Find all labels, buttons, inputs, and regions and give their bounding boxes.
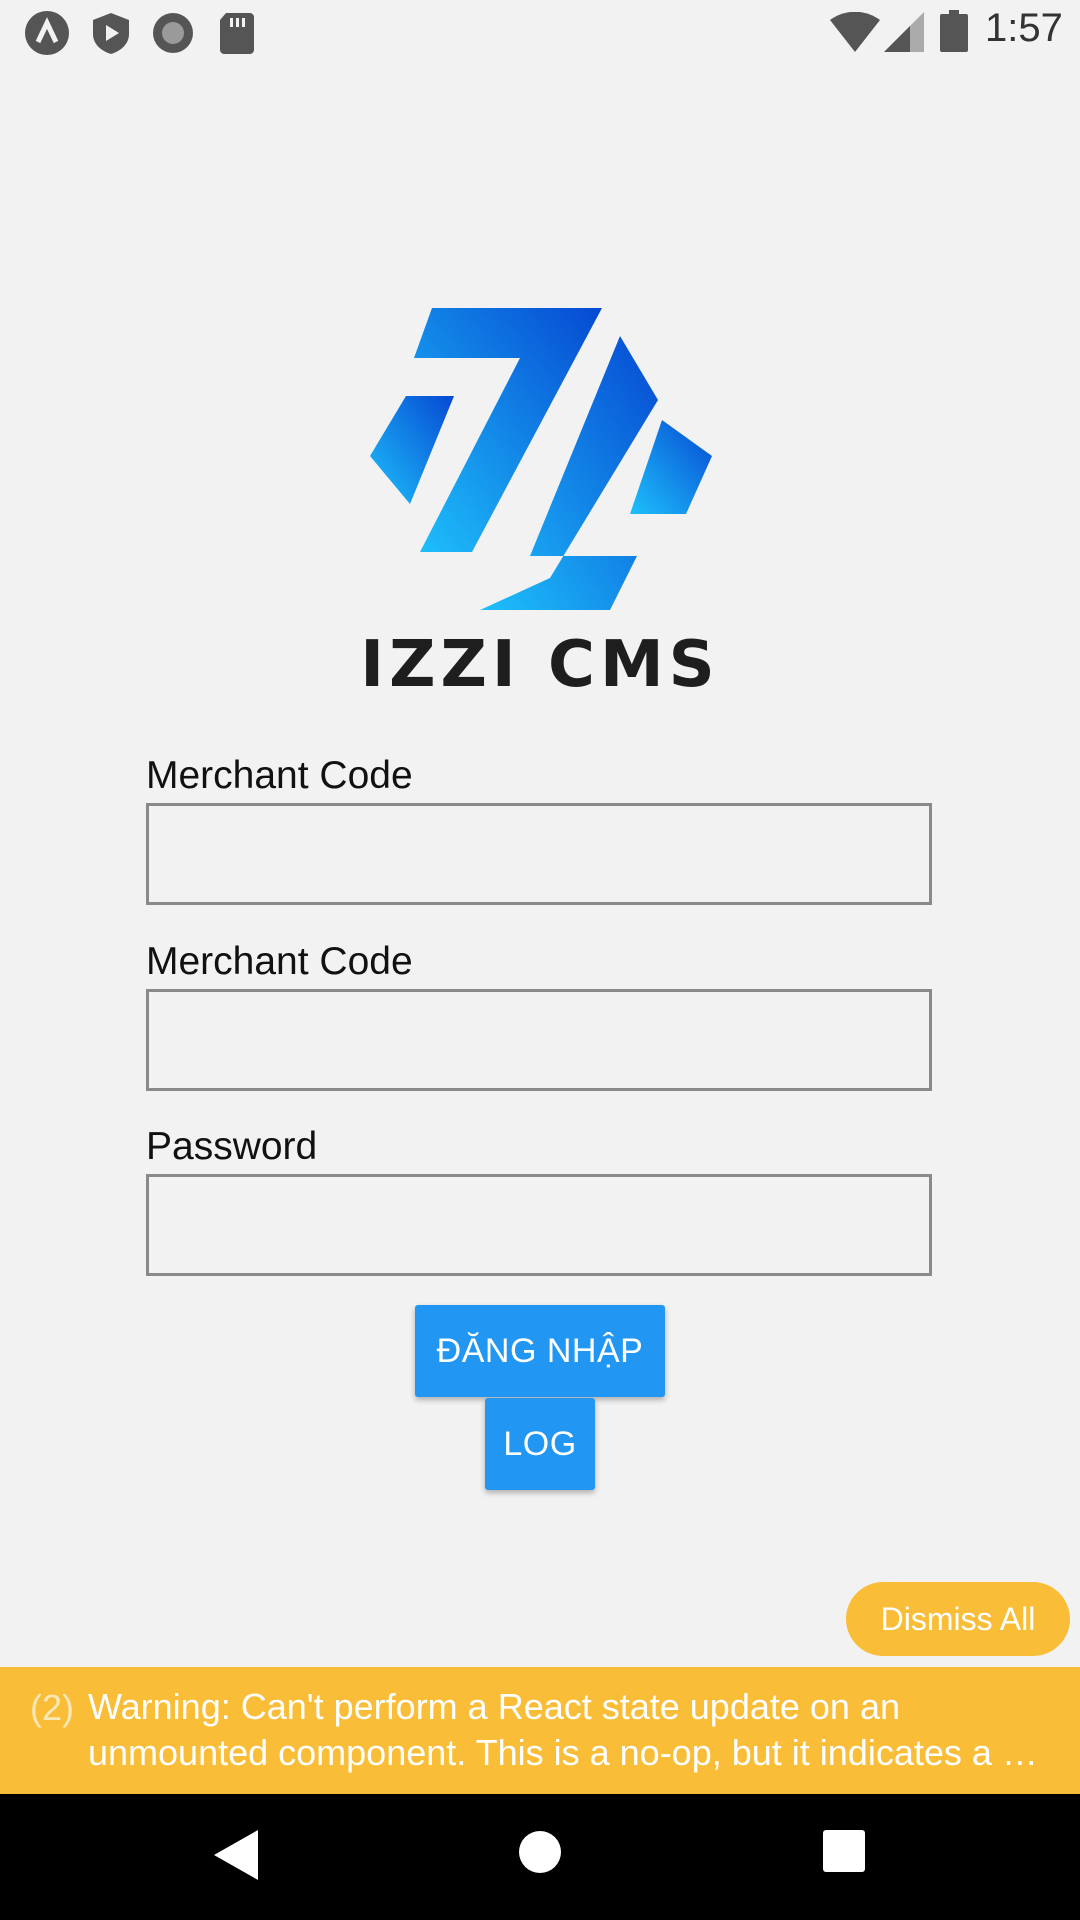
shield-play-icon (93, 13, 129, 54)
izzi-logo (370, 308, 712, 610)
log-button[interactable]: LOG (485, 1398, 595, 1490)
wifi-icon (830, 12, 880, 52)
login-button[interactable]: ĐĂNG NHẬP (415, 1305, 665, 1397)
password-label: Password (146, 1125, 318, 1168)
password-input[interactable] (146, 1174, 932, 1276)
warning-banner[interactable]: (2) Warning: Can't perform a React state… (0, 1667, 1080, 1794)
merchant-code-label-2: Merchant Code (146, 940, 413, 983)
record-icon (153, 13, 193, 53)
merchant-code-label: Merchant Code (146, 754, 413, 797)
merchant-code-input[interactable] (146, 803, 932, 905)
warning-message: Warning: Can't perform a React state upd… (88, 1686, 1038, 1773)
navigation-bar (0, 1794, 1080, 1920)
app-notification-icon (25, 11, 69, 55)
dismiss-all-button[interactable]: Dismiss All (846, 1582, 1070, 1656)
sd-card-icon (220, 13, 254, 54)
home-icon[interactable] (518, 1830, 562, 1874)
back-icon[interactable] (214, 1830, 258, 1880)
recents-icon[interactable] (823, 1830, 865, 1872)
logo-text: IZZI CMS (360, 628, 720, 702)
status-bar: 1:57 (0, 0, 1080, 64)
signal-icon (884, 12, 924, 52)
merchant-code-input-2[interactable] (146, 989, 932, 1091)
warning-count: (2) (30, 1687, 74, 1728)
battery-icon (940, 10, 968, 52)
status-time: 1:57 (985, 6, 1063, 50)
